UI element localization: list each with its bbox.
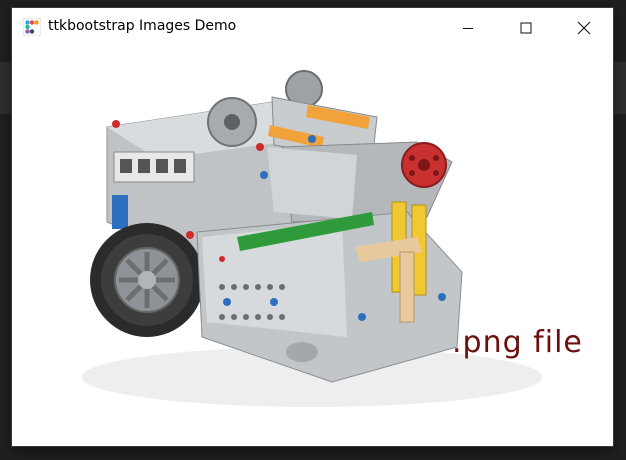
minimize-button[interactable] <box>439 8 497 47</box>
title-bar[interactable]: ttkbootstrap Images Demo <box>12 8 613 47</box>
minimize-icon <box>463 27 473 29</box>
close-icon <box>577 21 591 34</box>
image-content-area: .png file <box>12 47 613 446</box>
maximize-icon <box>520 22 532 33</box>
app-window: ttkbootstrap Images Demo .png file <box>12 8 613 446</box>
window-title: ttkbootstrap Images Demo <box>48 18 237 34</box>
close-button[interactable] <box>555 8 613 47</box>
image-format-label: .png file <box>452 325 583 360</box>
app-icon <box>23 18 41 36</box>
robot-image <box>82 70 542 407</box>
maximize-button[interactable] <box>497 8 555 47</box>
